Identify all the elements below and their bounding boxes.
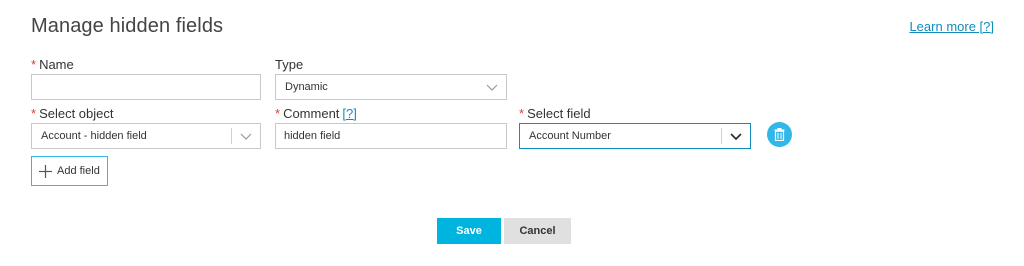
select-field-label: * Select field bbox=[519, 106, 591, 121]
chevron-down-icon bbox=[478, 75, 506, 99]
select-object-dropdown[interactable]: Account - hidden field bbox=[31, 123, 261, 149]
name-label: * Name bbox=[31, 57, 74, 72]
plus-icon bbox=[39, 165, 52, 178]
chevron-down-icon bbox=[231, 128, 260, 144]
select-object-value: Account - hidden field bbox=[41, 130, 147, 142]
select-field-value: Account Number bbox=[529, 130, 611, 142]
required-mark: * bbox=[31, 57, 37, 72]
save-button[interactable]: Save bbox=[437, 218, 501, 244]
comment-input[interactable] bbox=[275, 123, 507, 149]
chevron-down-icon bbox=[721, 128, 750, 144]
type-select-value: Dynamic bbox=[285, 81, 328, 93]
learn-more-link[interactable]: Learn more [?] bbox=[909, 19, 994, 34]
select-field-dropdown[interactable]: Account Number bbox=[519, 123, 751, 149]
type-select[interactable]: Dynamic bbox=[275, 74, 507, 100]
trash-icon bbox=[774, 128, 785, 141]
select-object-label: * Select object bbox=[31, 106, 114, 121]
add-field-label: Add field bbox=[57, 165, 100, 177]
type-label: Type bbox=[275, 57, 304, 72]
cancel-button[interactable]: Cancel bbox=[504, 218, 571, 244]
name-input[interactable] bbox=[31, 74, 261, 100]
page-title: Manage hidden fields bbox=[31, 15, 224, 37]
comment-label: * Comment [?] bbox=[275, 106, 357, 121]
add-field-button[interactable]: Add field bbox=[31, 156, 108, 186]
comment-help-link[interactable]: [?] bbox=[342, 106, 356, 121]
delete-row-button[interactable] bbox=[767, 122, 792, 147]
